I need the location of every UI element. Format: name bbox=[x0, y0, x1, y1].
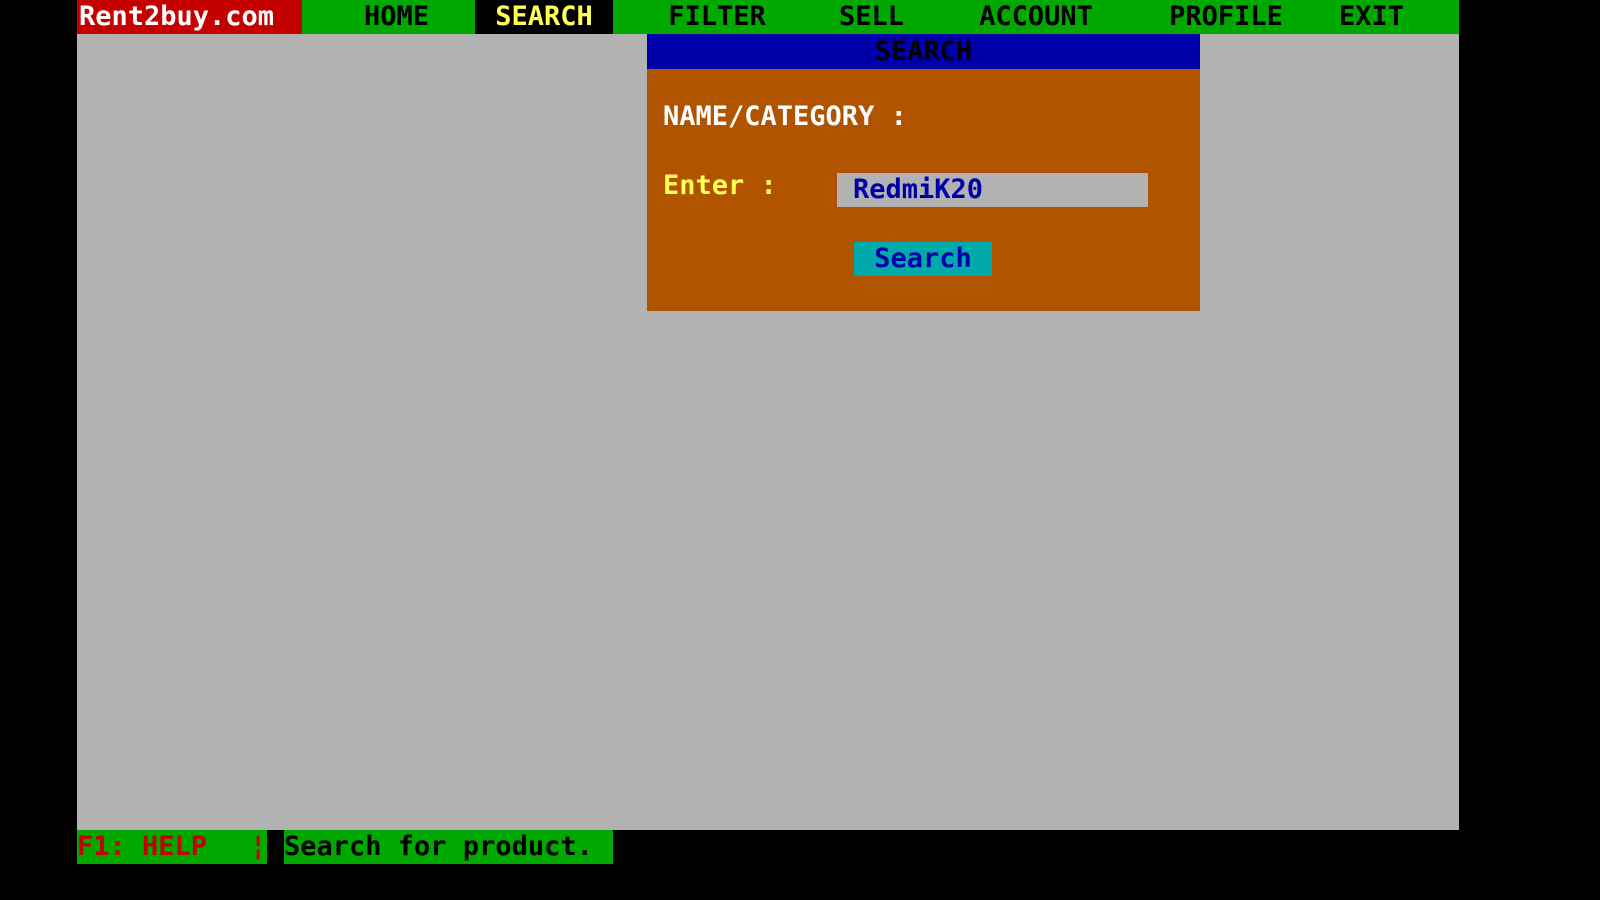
name-category-label: NAME/CATEGORY : bbox=[663, 101, 907, 132]
menu-item-filter[interactable]: FILTER bbox=[648, 0, 786, 34]
brand-logo: Rent2buy.com bbox=[77, 0, 302, 34]
enter-label: Enter : bbox=[663, 170, 777, 201]
menu-item-exit[interactable]: EXIT bbox=[1320, 0, 1423, 34]
menu-item-sell[interactable]: SELL bbox=[820, 0, 923, 34]
search-dialog: SEARCH NAME/CATEGORY : Enter : Search bbox=[647, 34, 1200, 311]
search-button[interactable]: Search bbox=[854, 242, 992, 276]
dos-screen: Rent2buy.com HOME SEARCH FILTER SELL ACC… bbox=[0, 0, 1600, 900]
search-input[interactable] bbox=[837, 173, 1148, 207]
status-message: Search for product. bbox=[284, 830, 613, 864]
status-separator: ¦ bbox=[250, 831, 267, 862]
help-key[interactable]: F1: HELP bbox=[77, 830, 267, 864]
menu-item-search[interactable]: SEARCH bbox=[475, 0, 613, 34]
dialog-title: SEARCH bbox=[647, 34, 1200, 69]
menu-item-home[interactable]: HOME bbox=[345, 0, 448, 34]
menu-item-profile[interactable]: PROFILE bbox=[1148, 0, 1304, 34]
menu-item-account[interactable]: ACCOUNT bbox=[958, 0, 1114, 34]
